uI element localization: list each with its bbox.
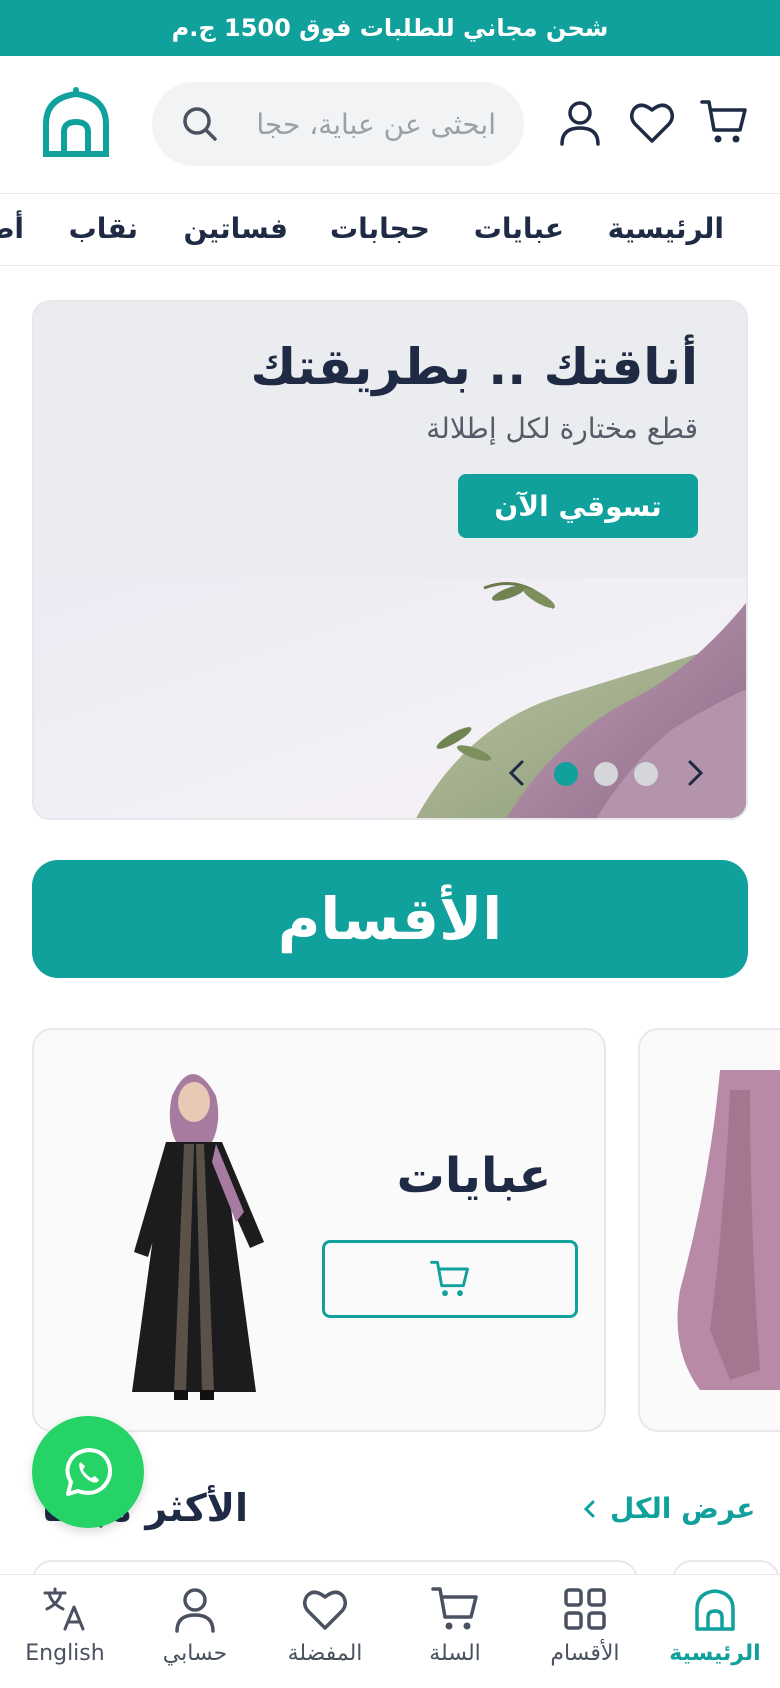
hero-banner[interactable]: أناقتك .. بطريقتك قطع مختارة لكل إطلالة … [32, 300, 748, 820]
dress-image [677, 1070, 780, 1390]
nav-item-hijabs[interactable]: حجابات [330, 212, 430, 245]
slider-dot-1[interactable] [554, 762, 578, 786]
slider-prev-icon[interactable] [502, 758, 532, 788]
category-card-abayas[interactable]: عبايات [32, 1028, 606, 1432]
bottom-nav-label: الرئيسية [669, 1641, 761, 1666]
bottom-nav-categories[interactable]: الأقسام [520, 1585, 650, 1666]
view-all-link[interactable]: عرض الكل [580, 1492, 755, 1525]
abaya-model-image [132, 1074, 264, 1400]
translate-icon [43, 1587, 85, 1631]
whatsapp-icon [65, 1448, 113, 1496]
nav-item-home[interactable]: الرئيسية [608, 212, 724, 245]
search-input[interactable]: ابحثى عن عباية، حجا [228, 108, 496, 141]
heart-icon [303, 1590, 347, 1630]
user-icon[interactable] [556, 98, 604, 146]
bottom-nav-label: English [25, 1641, 105, 1666]
nav-item-more[interactable]: أط [0, 212, 24, 245]
bottom-nav-favorites[interactable]: المفضلة [260, 1585, 390, 1666]
bottom-nav-label: الأقسام [550, 1641, 620, 1666]
grid-icon [564, 1588, 606, 1630]
sections-title: الأقسام [277, 885, 503, 953]
header: ابحثى عن عباية، حجا [0, 56, 780, 194]
bottom-nav-label: حسابي [162, 1641, 228, 1666]
bottom-nav-account[interactable]: حسابي [130, 1585, 260, 1666]
category-name: عبايات [396, 1148, 552, 1204]
bottom-nav-home[interactable]: الرئيسية [650, 1585, 780, 1666]
user-icon [175, 1588, 215, 1633]
logo-icon[interactable] [38, 84, 114, 160]
bottom-nav-label: المفضلة [287, 1641, 363, 1666]
bottom-nav-cart[interactable]: السلة [390, 1585, 520, 1666]
nav-item-niqab[interactable]: نقاب [69, 212, 138, 245]
bottom-nav: الرئيسية الأقسام السلة المفضلة حسابي Eng… [0, 1574, 780, 1688]
nav-item-abayas[interactable]: عبايات [474, 212, 564, 245]
whatsapp-button[interactable] [32, 1416, 144, 1528]
slider-next-icon[interactable] [680, 758, 710, 788]
search-icon[interactable] [180, 104, 220, 144]
bottom-nav-label: السلة [429, 1641, 481, 1666]
nav-item-dresses[interactable]: فساتين [184, 212, 288, 245]
hero-subtitle: قطع مختارة لكل إطلالة [426, 412, 698, 445]
cart-icon [430, 1260, 469, 1297]
heart-icon[interactable] [628, 98, 676, 146]
sections-title-banner: الأقسام [32, 860, 748, 978]
hero-title: أناقتك .. بطريقتك [250, 338, 698, 396]
cart-icon[interactable] [700, 98, 748, 146]
view-all-label[interactable]: عرض الكل [610, 1492, 755, 1525]
search-bar[interactable]: ابحثى عن عباية، حجا [152, 82, 524, 166]
promo-bar: شحن مجاني للطلبات فوق 1500 ج.م [0, 0, 780, 56]
add-to-cart-button[interactable] [322, 1240, 578, 1318]
category-card-next[interactable] [638, 1028, 780, 1432]
promo-text: شحن مجاني للطلبات فوق 1500 ج.م [171, 14, 609, 42]
slider-dot-3[interactable] [634, 762, 658, 786]
bottom-nav-language[interactable]: English [0, 1585, 130, 1666]
cart-icon [431, 1587, 478, 1630]
category-nav: الرئيسية عبايات حجابات فساتين نقاب أط [0, 194, 780, 266]
home-icon [695, 1589, 735, 1631]
shop-now-button[interactable]: تسوقي الآن [458, 474, 698, 538]
chevron-left-icon [583, 1500, 595, 1517]
slider-dot-2[interactable] [594, 762, 618, 786]
